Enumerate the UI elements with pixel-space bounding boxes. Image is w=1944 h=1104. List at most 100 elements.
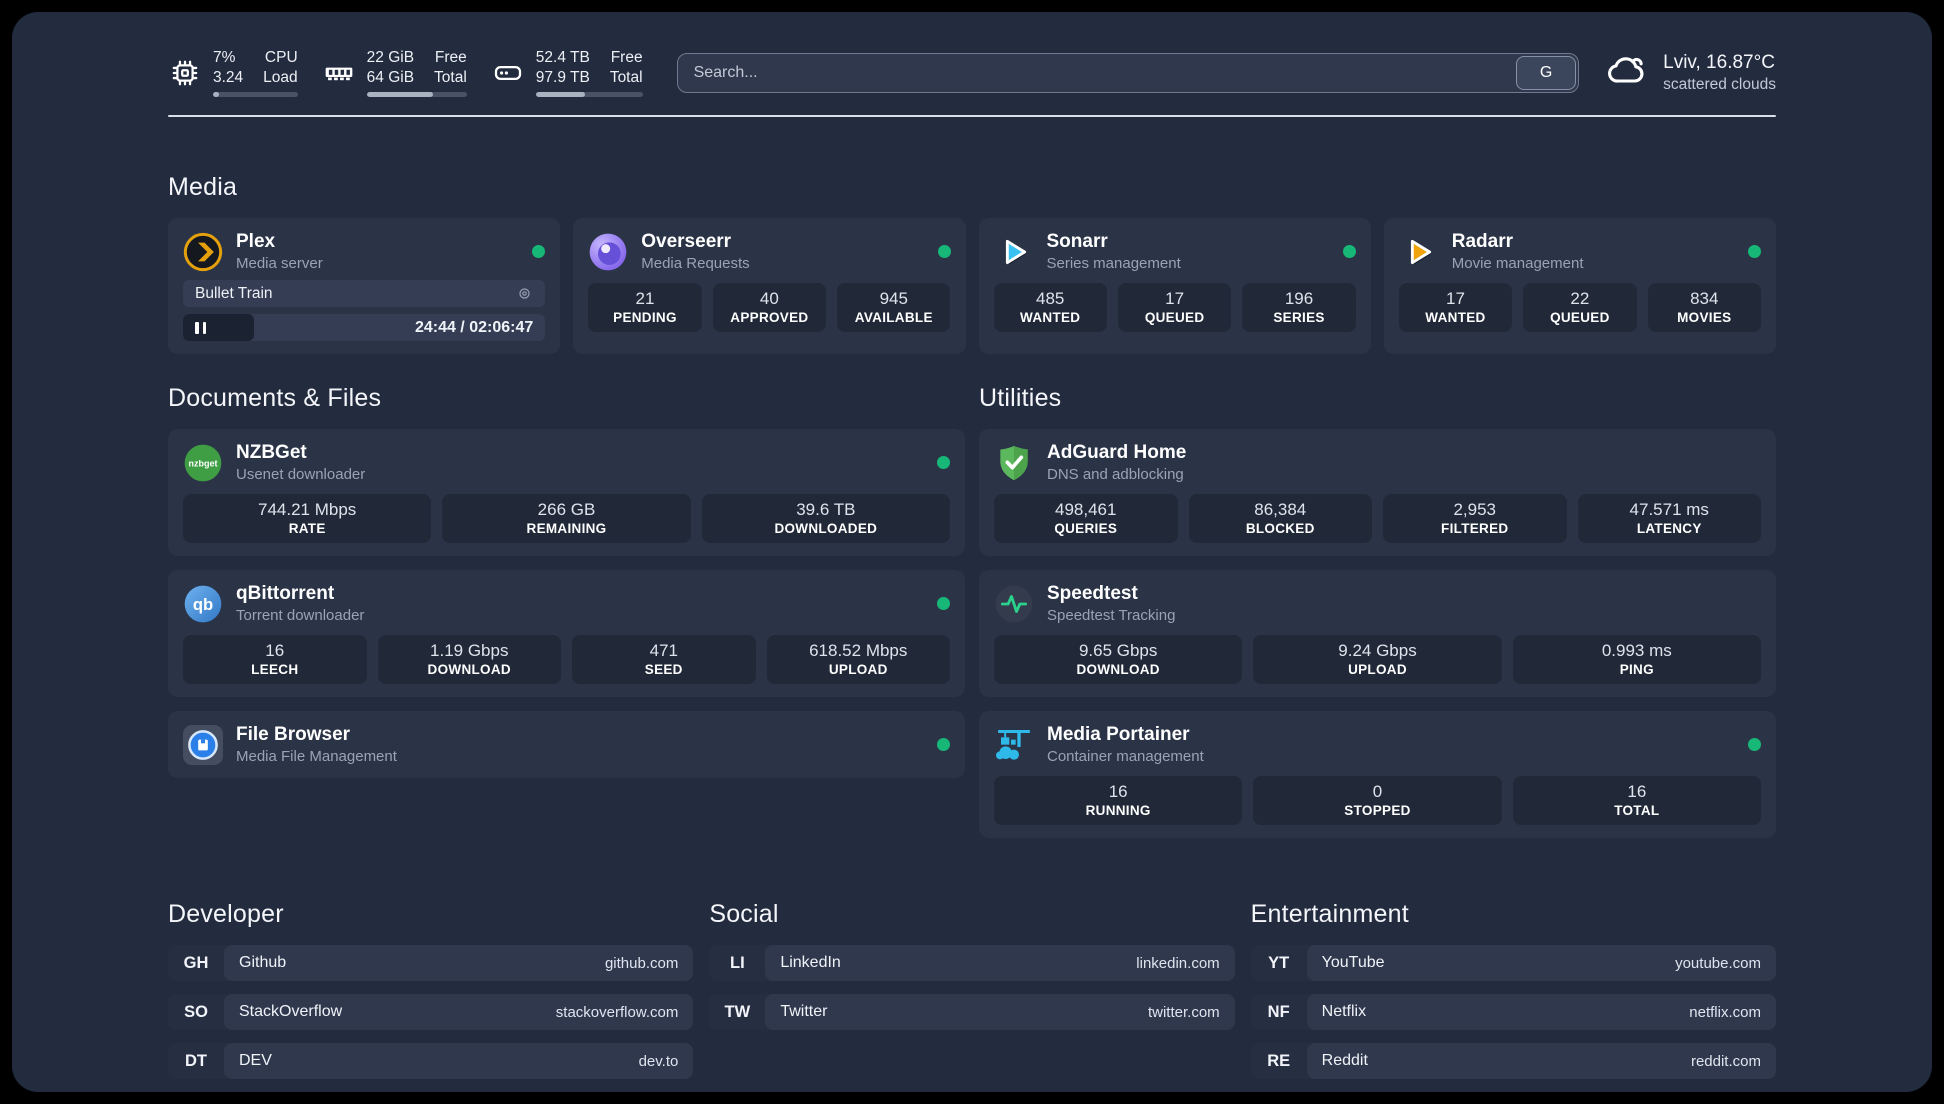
stat-download: 9.65 Gbps DOWNLOAD <box>994 635 1243 685</box>
status-indicator <box>937 456 950 470</box>
bookmark-name: Reddit <box>1321 1052 1368 1070</box>
bookmark-linkedin[interactable]: LI LinkedIn linkedin.com <box>709 945 1235 982</box>
bookmark-twitter[interactable]: TW Twitter twitter.com <box>709 994 1235 1031</box>
stat-series: 196 SERIES <box>1242 283 1356 333</box>
radarr-icon <box>1399 232 1439 272</box>
playback-progress-fill <box>183 314 254 342</box>
section-utilities: Utilities AdGuard Home DNS and adblockin… <box>979 384 1776 839</box>
status-indicator <box>937 738 950 752</box>
section-title-media: Media <box>168 173 238 202</box>
bookmark-dev[interactable]: DT DEV dev.to <box>168 1043 694 1080</box>
memory-total-label: Total <box>434 69 467 87</box>
card-nzbget[interactable]: nzbget NZBGet Usenet downloader 744.21 M… <box>168 429 965 557</box>
disk-total: 97.9 TB <box>535 69 590 87</box>
cpu-usage-fill <box>213 92 219 98</box>
disk-free: 52.4 TB <box>535 49 590 66</box>
weather-condition: scattered clouds <box>1663 75 1776 93</box>
card-plex[interactable]: Plex Media server Bullet Train 24:44 / 0… <box>168 218 561 355</box>
now-playing-row: Bullet Train <box>183 280 546 308</box>
bookmark-abbr: YT <box>1268 953 1290 972</box>
status-indicator <box>937 245 951 259</box>
stat-remaining: 266 GB REMAINING <box>442 494 691 544</box>
bookmark-groups: Developer GH Github github.com SO StackO… <box>168 900 1776 1080</box>
section-title-documents: Documents & Files <box>168 384 382 413</box>
sonarr-icon <box>994 232 1034 272</box>
section-media: Media Plex Media server Bullet Train 24:… <box>168 173 1776 355</box>
bookmark-url: stackoverflow.com <box>555 1003 679 1021</box>
adguard-icon <box>994 443 1034 483</box>
card-subtitle: Torrent downloader <box>236 607 365 625</box>
stat-pending: 21 PENDING <box>588 283 702 333</box>
bookmark-stackoverflow[interactable]: SO StackOverflow stackoverflow.com <box>168 994 694 1031</box>
stat-wanted: 485 WANTED <box>993 283 1107 333</box>
bookmark-youtube[interactable]: YT YouTube youtube.com <box>1250 945 1776 982</box>
status-indicator <box>1748 738 1761 752</box>
stat-rate: 744.21 Mbps RATE <box>183 494 432 544</box>
memory-free: 22 GiB <box>366 49 415 66</box>
card-subtitle: Movie management <box>1451 255 1584 273</box>
card-subtitle: Series management <box>1046 255 1181 273</box>
stat-leech: 16 LEECH <box>183 635 367 685</box>
card-title: File Browser <box>236 724 351 746</box>
card-adguard[interactable]: AdGuard Home DNS and adblocking 498,461 … <box>979 429 1776 557</box>
bookmark-netflix[interactable]: NF Netflix netflix.com <box>1250 994 1776 1031</box>
bookmark-abbr: GH <box>183 953 209 972</box>
bookmark-abbr: TW <box>724 1002 751 1021</box>
speedtest-icon <box>994 584 1034 624</box>
ram-icon <box>322 56 356 90</box>
cpu-load: 3.24 <box>213 69 244 87</box>
search-engine-button[interactable]: G <box>1516 55 1577 90</box>
bookmark-name: Github <box>239 954 287 972</box>
status-indicator <box>1342 245 1356 259</box>
memory-free-label: Free <box>434 49 467 66</box>
card-portainer[interactable]: Media Portainer Container management 16 … <box>979 711 1776 839</box>
cpu-load-label: Load <box>263 69 298 87</box>
search-input[interactable] <box>676 52 1580 93</box>
card-radarr[interactable]: Radarr Movie management 17 WANTED 22 QUE… <box>1383 218 1776 355</box>
card-title: Overseerr <box>641 231 732 253</box>
card-qbittorrent[interactable]: qb qBittorrent Torrent downloader 16 LEE… <box>168 570 965 698</box>
card-speedtest[interactable]: Speedtest Speedtest Tracking 9.65 Gbps D… <box>979 570 1776 698</box>
playback-progress: 24:44 / 02:06:47 <box>183 314 546 342</box>
stat-queries: 498,461 QUERIES <box>994 494 1178 544</box>
bookmark-name: StackOverflow <box>239 1003 343 1021</box>
bookmark-name: Twitter <box>780 1003 828 1021</box>
bookmark-github[interactable]: GH Github github.com <box>168 945 694 982</box>
stat-running: 16 RUNNING <box>994 776 1243 826</box>
filebrowser-icon <box>183 724 223 765</box>
card-title: qBittorrent <box>236 583 335 605</box>
stat-seed: 471 SEED <box>572 635 756 685</box>
bookmark-abbr: DT <box>185 1051 207 1070</box>
stat-blocked: 86,384 BLOCKED <box>1188 494 1372 544</box>
search-bar: G <box>676 52 1580 93</box>
section-title-developer: Developer <box>168 900 284 929</box>
card-filebrowser[interactable]: File Browser Media File Management <box>168 711 965 779</box>
stat-ping: 0.993 ms PING <box>1512 635 1761 685</box>
stat-approved: 40 APPROVED <box>712 283 827 333</box>
status-indicator <box>937 597 950 611</box>
bookmark-group-developer: Developer GH Github github.com SO StackO… <box>168 900 694 1080</box>
card-title: Sonarr <box>1046 231 1108 253</box>
section-title-social: Social <box>709 900 779 929</box>
portainer-icon <box>994 725 1034 765</box>
pause-icon <box>195 321 206 334</box>
status-indicator <box>532 245 546 259</box>
disk-usage-bar <box>535 92 643 98</box>
card-overseerr[interactable]: Overseerr Media Requests 21 PENDING 40 A… <box>573 218 966 355</box>
stat-wanted: 17 WANTED <box>1398 283 1513 333</box>
bookmark-url: twitter.com <box>1147 1003 1220 1021</box>
section-title-entertainment: Entertainment <box>1250 900 1409 929</box>
card-subtitle: Media File Management <box>236 748 397 766</box>
stat-available: 945 AVAILABLE <box>837 283 951 333</box>
card-title: Plex <box>236 231 276 253</box>
card-title: Speedtest <box>1047 583 1138 605</box>
bookmark-group-social: Social LI LinkedIn linkedin.com TW Twitt… <box>709 900 1235 1031</box>
memory-usage-bar <box>366 92 467 98</box>
media-options-icon[interactable] <box>516 285 533 302</box>
top-bar: 7% 3.24 CPU Load 22 GiB 64 GiB Free Tota… <box>168 48 1776 98</box>
stat-queued: 22 QUEUED <box>1523 283 1637 333</box>
card-sonarr[interactable]: Sonarr Series management 485 WANTED 17 Q… <box>978 218 1371 355</box>
disk-icon <box>491 56 525 90</box>
bookmark-reddit[interactable]: RE Reddit reddit.com <box>1250 1043 1776 1080</box>
header-divider <box>168 115 1776 118</box>
